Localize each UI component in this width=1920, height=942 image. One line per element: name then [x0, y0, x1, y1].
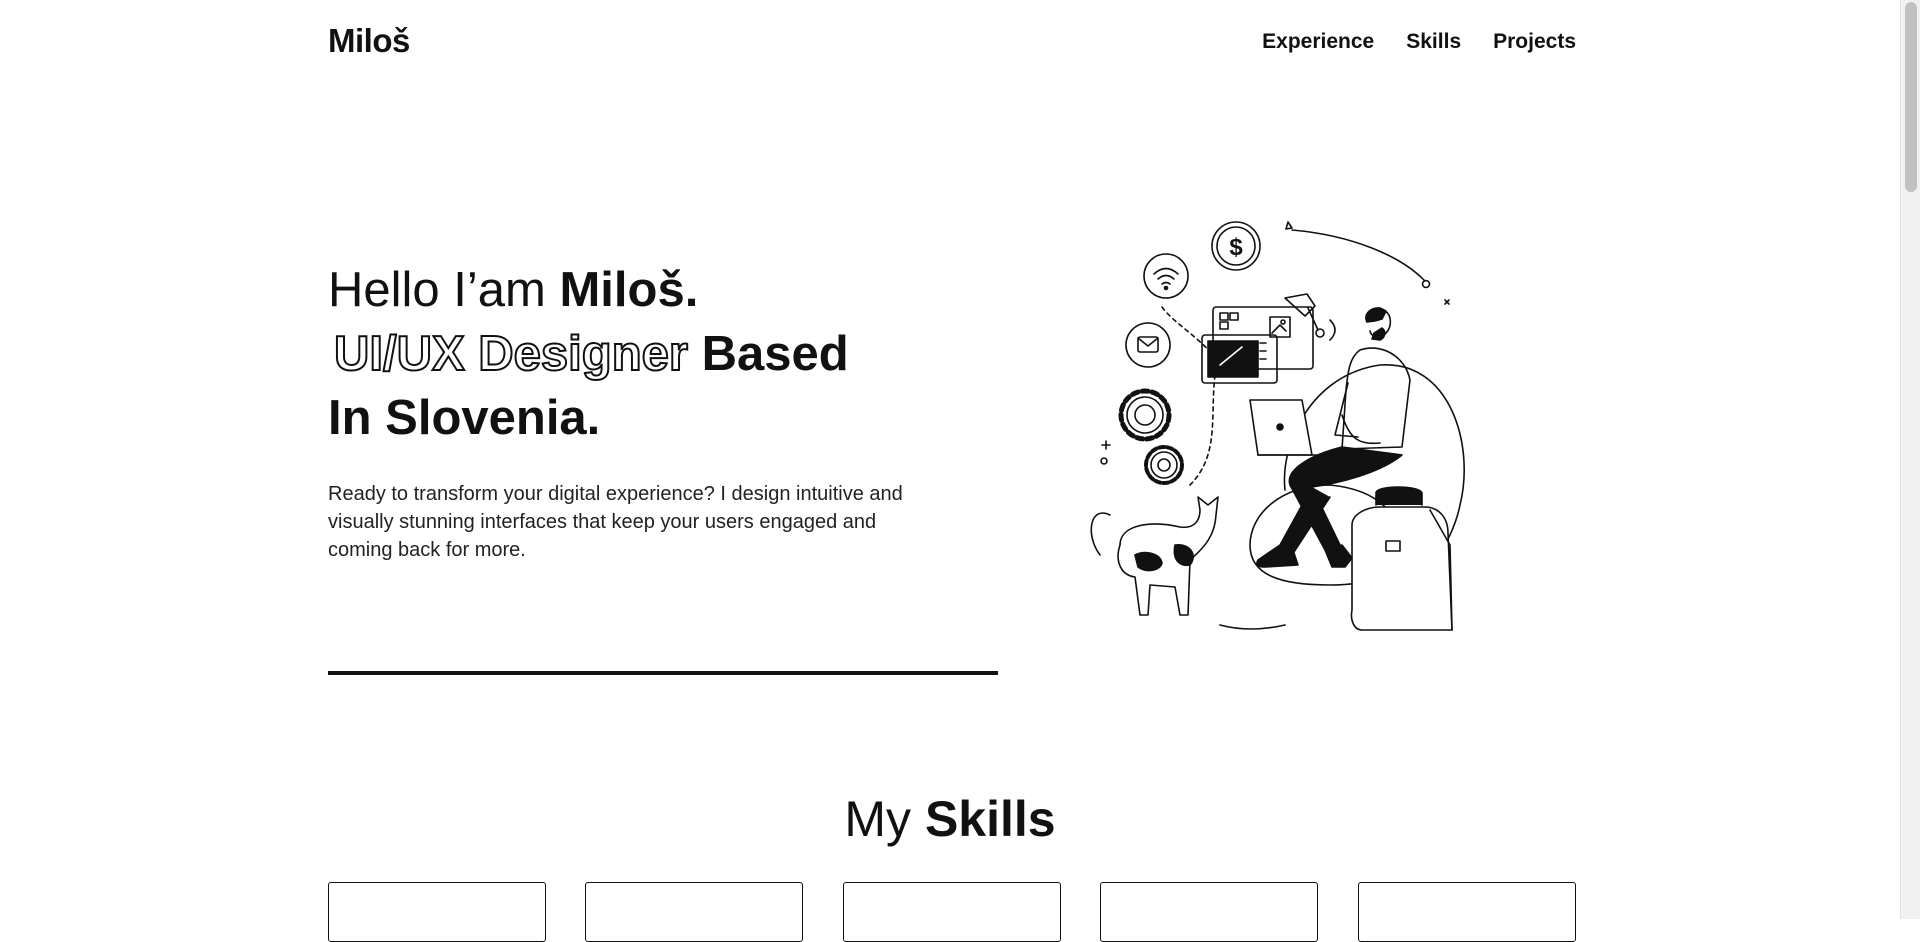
nav-projects-link[interactable]: Projects [1493, 30, 1576, 54]
nav-experience-link[interactable]: Experience [1262, 30, 1374, 54]
hero-role-outline: UI/UX Designer [333, 326, 689, 382]
briefcase-icon [1350, 486, 1453, 631]
skill-card[interactable] [585, 882, 803, 942]
skill-card[interactable] [1100, 882, 1318, 942]
skills-heading-title: Skills [924, 791, 1056, 847]
hero-title-line-1: Hello I’am Miloš. [328, 258, 849, 322]
skills-heading: My Skills [0, 790, 1900, 848]
skill-card[interactable] [1358, 882, 1576, 942]
vertical-scrollbar[interactable] [1900, 0, 1920, 919]
hero-location: In Slovenia. [328, 391, 601, 445]
hero-divider [328, 671, 998, 675]
svg-text:$: $ [1229, 234, 1243, 261]
hero-based: Based [701, 327, 849, 381]
hero-description: Ready to transform your digital experien… [328, 483, 903, 561]
hero-greeting: Hello I’am [328, 263, 546, 317]
scrollbar-thumb[interactable] [1905, 2, 1917, 192]
design-board-icon [1201, 306, 1314, 384]
laptop-icon [1249, 399, 1349, 456]
dollar-icon: $ [1211, 221, 1261, 271]
nav-skills-link[interactable]: Skills [1406, 30, 1461, 54]
hero-title: Hello I’am Miloš. UI/UX Designer Based I… [328, 258, 849, 450]
skills-heading-prefix: My [844, 791, 912, 847]
gear-icon [1144, 445, 1184, 485]
designer-at-laptop-illustration: $ [1080, 215, 1520, 635]
wifi-icon [1143, 253, 1189, 299]
mail-icon [1125, 322, 1171, 368]
logo[interactable]: Miloš [328, 22, 410, 60]
skill-card[interactable] [328, 882, 546, 942]
skill-card[interactable] [843, 882, 1061, 942]
gear-icon [1118, 388, 1172, 442]
hero-title-line-2: UI/UX Designer Based [328, 322, 849, 386]
site-header: Miloš Experience Skills Projects [0, 0, 1900, 86]
cat-icon [1090, 496, 1219, 616]
hero-name: Miloš. [559, 263, 699, 317]
hero-title-line-3: In Slovenia. [328, 386, 849, 450]
main-nav: Experience Skills Projects [1262, 30, 1576, 54]
